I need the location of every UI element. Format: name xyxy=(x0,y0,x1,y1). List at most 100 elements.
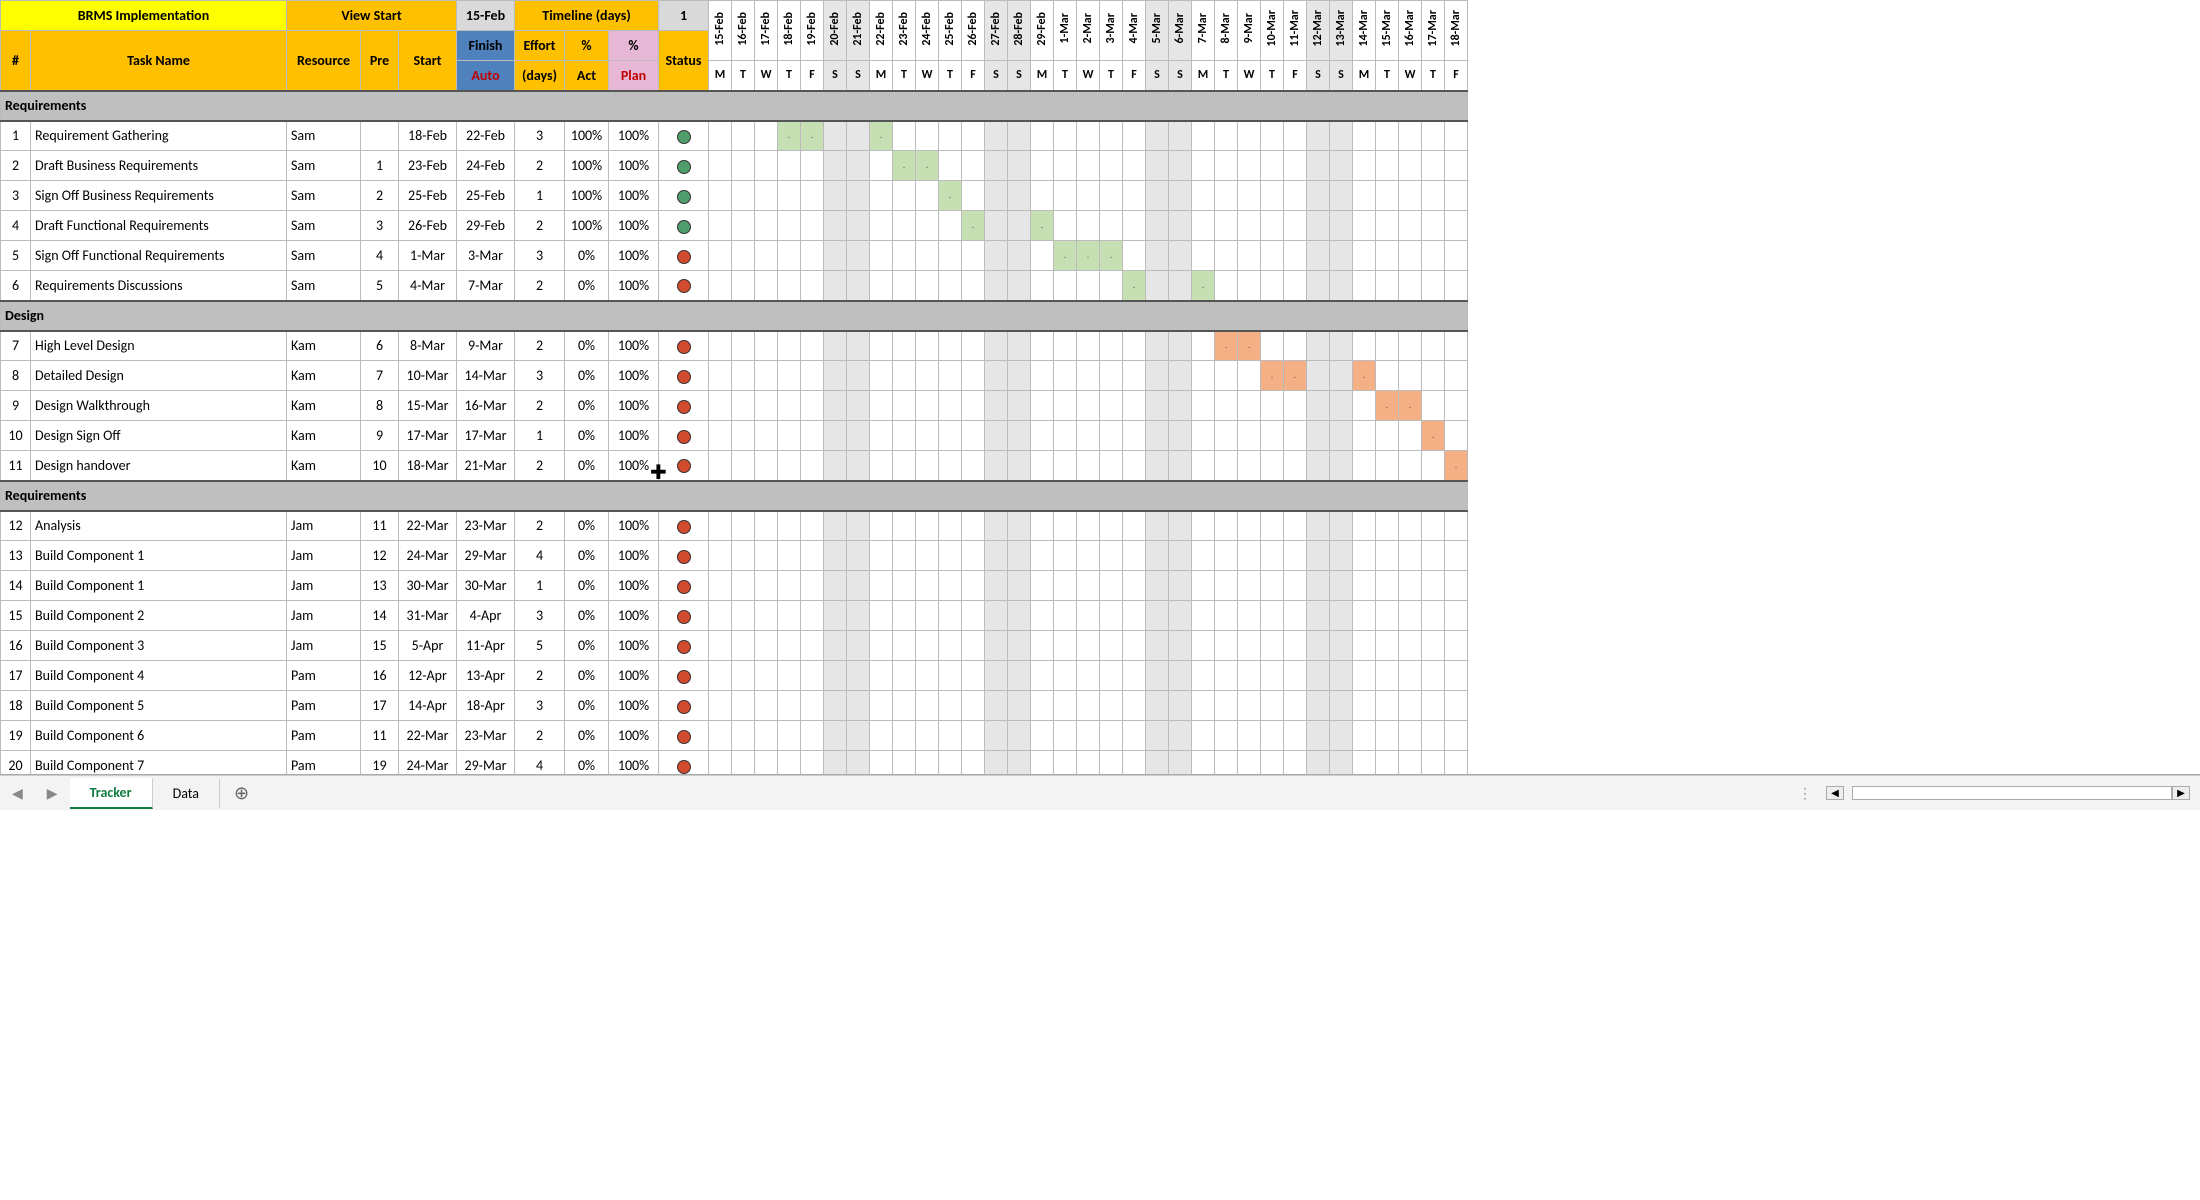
gantt-cell[interactable] xyxy=(870,541,893,571)
gantt-cell[interactable] xyxy=(778,211,801,241)
gantt-cell[interactable] xyxy=(1123,751,1146,776)
gantt-cell[interactable] xyxy=(1054,271,1077,301)
gantt-cell[interactable] xyxy=(1123,721,1146,751)
gantt-cell[interactable] xyxy=(778,541,801,571)
gantt-cell[interactable] xyxy=(939,421,962,451)
gantt-cell[interactable] xyxy=(847,631,870,661)
gantt-cell[interactable] xyxy=(778,601,801,631)
gantt-cell[interactable] xyxy=(1031,511,1054,541)
gantt-cell[interactable] xyxy=(893,391,916,421)
gantt-cell[interactable] xyxy=(847,121,870,151)
gantt-cell[interactable] xyxy=(1215,571,1238,601)
cell-task[interactable]: Build Component 5 xyxy=(31,691,287,721)
gantt-cell[interactable] xyxy=(1100,721,1123,751)
gantt-cell[interactable] xyxy=(1031,181,1054,211)
cell-effort[interactable]: 2 xyxy=(515,661,565,691)
gantt-cell[interactable]: . xyxy=(778,121,801,151)
gantt-cell[interactable] xyxy=(1422,121,1445,151)
gantt-cell[interactable] xyxy=(962,151,985,181)
gantt-cell[interactable] xyxy=(847,721,870,751)
gantt-cell[interactable] xyxy=(1123,241,1146,271)
gantt-cell[interactable] xyxy=(732,181,755,211)
gantt-cell[interactable] xyxy=(939,721,962,751)
gantt-cell[interactable] xyxy=(1284,211,1307,241)
gantt-cell[interactable] xyxy=(1445,271,1468,301)
gantt-cell[interactable] xyxy=(1192,661,1215,691)
task-row[interactable]: 15Build Component 2Jam1431-Mar4-Apr30%10… xyxy=(1,601,1468,631)
cell-pre[interactable]: 14 xyxy=(361,601,399,631)
cell-pre[interactable]: 5 xyxy=(361,271,399,301)
gantt-cell[interactable] xyxy=(1146,601,1169,631)
gantt-cell[interactable] xyxy=(916,421,939,451)
gantt-cell[interactable] xyxy=(916,601,939,631)
gantt-cell[interactable] xyxy=(801,571,824,601)
cell-status[interactable] xyxy=(659,361,709,391)
group-row[interactable]: Requirements xyxy=(1,481,1468,511)
gantt-cell[interactable] xyxy=(1031,541,1054,571)
gantt-cell[interactable] xyxy=(1123,601,1146,631)
gantt-cell[interactable] xyxy=(1399,691,1422,721)
gantt-cell[interactable] xyxy=(847,571,870,601)
cell-finish[interactable]: 13-Apr xyxy=(457,661,515,691)
gantt-cell[interactable] xyxy=(1169,661,1192,691)
gantt-cell[interactable] xyxy=(1054,421,1077,451)
cell-task[interactable]: Design Sign Off xyxy=(31,421,287,451)
gantt-cell[interactable] xyxy=(870,691,893,721)
cell-num[interactable]: 5 xyxy=(1,241,31,271)
gantt-cell[interactable] xyxy=(801,331,824,361)
gantt-cell[interactable] xyxy=(916,631,939,661)
gantt-cell[interactable] xyxy=(1238,181,1261,211)
gantt-cell[interactable] xyxy=(732,661,755,691)
gantt-cell[interactable] xyxy=(778,631,801,661)
gantt-cell[interactable] xyxy=(1100,751,1123,776)
cell-effort[interactable]: 2 xyxy=(515,721,565,751)
gantt-cell[interactable] xyxy=(1100,631,1123,661)
gantt-cell[interactable] xyxy=(1284,391,1307,421)
gantt-cell[interactable] xyxy=(1399,571,1422,601)
gantt-cell[interactable]: . xyxy=(1353,361,1376,391)
gantt-cell[interactable] xyxy=(916,181,939,211)
gantt-cell[interactable] xyxy=(962,331,985,361)
add-sheet-button[interactable]: ⊕ xyxy=(220,782,263,804)
horizontal-scrollbar[interactable]: ⋮ ◀ ▶ xyxy=(1798,785,2200,802)
gantt-cell[interactable] xyxy=(1422,691,1445,721)
spreadsheet-area[interactable]: BRMS ImplementationView Start15-FebTimel… xyxy=(0,0,2200,775)
cell-pct-plan[interactable]: 100% xyxy=(609,361,659,391)
cell-task[interactable]: Requirement Gathering xyxy=(31,121,287,151)
cell-finish[interactable]: 7-Mar xyxy=(457,271,515,301)
gantt-cell[interactable] xyxy=(962,181,985,211)
cell-status[interactable] xyxy=(659,661,709,691)
gantt-cell[interactable] xyxy=(916,451,939,481)
task-row[interactable]: 2Draft Business RequirementsSam123-Feb24… xyxy=(1,151,1468,181)
gantt-cell[interactable] xyxy=(755,661,778,691)
gantt-cell[interactable]: . xyxy=(1077,241,1100,271)
gantt-cell[interactable] xyxy=(1238,421,1261,451)
gantt-cell[interactable] xyxy=(893,361,916,391)
gantt-cell[interactable]: . xyxy=(1100,241,1123,271)
gantt-cell[interactable] xyxy=(709,451,732,481)
gantt-cell[interactable] xyxy=(778,511,801,541)
cell-status[interactable] xyxy=(659,541,709,571)
gantt-cell[interactable] xyxy=(1445,661,1468,691)
gantt-cell[interactable] xyxy=(1330,631,1353,661)
cell-pct-act[interactable]: 0% xyxy=(565,661,609,691)
cell-pre[interactable]: 12 xyxy=(361,541,399,571)
gantt-cell[interactable] xyxy=(1192,421,1215,451)
gantt-cell[interactable] xyxy=(916,331,939,361)
gantt-cell[interactable] xyxy=(939,121,962,151)
gantt-cell[interactable] xyxy=(1146,661,1169,691)
gantt-cell[interactable] xyxy=(1008,121,1031,151)
cell-effort[interactable]: 5 xyxy=(515,631,565,661)
gantt-cell[interactable] xyxy=(1169,331,1192,361)
gantt-cell[interactable] xyxy=(732,541,755,571)
group-row[interactable]: Requirements xyxy=(1,91,1468,121)
gantt-cell[interactable] xyxy=(801,421,824,451)
gantt-cell[interactable] xyxy=(985,361,1008,391)
gantt-cell[interactable] xyxy=(1077,751,1100,776)
gantt-cell[interactable] xyxy=(801,631,824,661)
gantt-cell[interactable] xyxy=(1445,421,1468,451)
gantt-cell[interactable] xyxy=(1169,181,1192,211)
gantt-cell[interactable] xyxy=(870,721,893,751)
gantt-cell[interactable] xyxy=(939,541,962,571)
gantt-cell[interactable] xyxy=(709,661,732,691)
